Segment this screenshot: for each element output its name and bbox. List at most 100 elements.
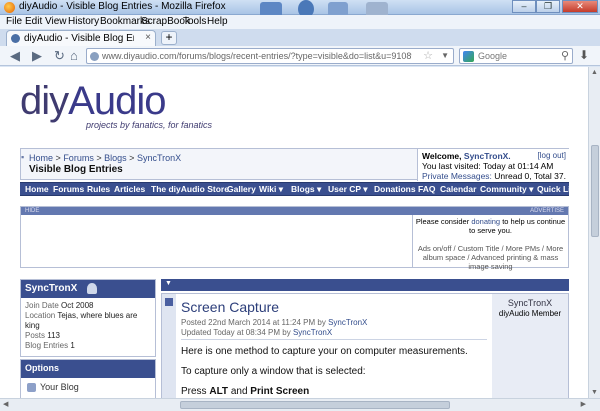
page-content: diyAudio projects by fanatics, for fanat… — [0, 67, 588, 398]
site-navbar: Home Forums Rules Articles The diyAudio … — [20, 182, 588, 196]
url-bar[interactable]: www.diyaudio.com/forums/blogs/recent-ent… — [86, 48, 454, 64]
crumb-forums[interactable]: Forums — [63, 153, 94, 163]
options-header: Options — [21, 360, 155, 378]
vertical-scroll-thumb[interactable] — [591, 145, 599, 237]
post-divider — [181, 339, 487, 340]
advertise-link[interactable]: ADVERTISE — [530, 207, 564, 215]
nav-quick-links[interactable]: Quick Links ▾ — [537, 184, 588, 195]
scroll-down-icon[interactable]: ▼ — [591, 389, 598, 396]
tab-label: diyAudio - Visible Blog Entries — [24, 33, 134, 44]
bookmark-star-icon[interactable]: ☆ — [423, 49, 433, 62]
menu-view[interactable]: View — [45, 16, 67, 27]
post-title[interactable]: Screen Capture — [181, 299, 279, 315]
forward-button[interactable]: ▶ — [32, 48, 42, 63]
member-name[interactable]: SyncTronX — [492, 298, 568, 308]
pm-link[interactable]: Private Messages: — [422, 171, 492, 181]
blog-post: Screen Capture Posted 22nd March 2014 at… — [161, 293, 569, 398]
ad-header: HIDE ADVERTISE — [21, 207, 568, 215]
nav-community[interactable]: Community ▾ — [480, 184, 533, 195]
nav-faq[interactable]: FAQ — [418, 184, 435, 194]
menu-tools[interactable]: Tools — [183, 16, 206, 27]
user-info: Join Date Oct 2008 Location Tejas, where… — [25, 301, 138, 350]
options-box: Options Your Blog — [20, 359, 156, 398]
scroll-up-icon[interactable]: ▲ — [591, 69, 598, 76]
reload-button[interactable]: ↻ — [54, 48, 65, 63]
vertical-scrollbar[interactable]: ▲ ▼ — [588, 67, 600, 398]
new-tab-button[interactable]: + — [161, 31, 177, 45]
menu-history[interactable]: History — [68, 16, 99, 27]
ad-options[interactable]: Ads on/off / Custom Title / More PMs / M… — [418, 244, 563, 271]
search-icon[interactable]: ⚲ — [561, 49, 569, 62]
pm-count: Unread 0, Total 37. — [494, 171, 566, 181]
url-text: www.diyaudio.com/forums/blogs/recent-ent… — [102, 51, 412, 61]
your-blog-link[interactable]: Your Blog — [21, 378, 155, 396]
nav-rules[interactable]: Rules — [87, 184, 110, 194]
horizontal-scroll-thumb[interactable] — [180, 401, 450, 409]
menu-help[interactable]: Help — [207, 16, 228, 27]
post-icon — [165, 298, 173, 306]
user-box-header: SyncTronX — [21, 280, 155, 298]
home-crumb-icon: ▪ — [21, 152, 25, 162]
post-sidebar — [162, 294, 176, 398]
welcome-box: Welcome, SyncTronX. [log out] You last v… — [417, 149, 570, 181]
last-visit: You last visited: Today at 01:14 AM — [422, 161, 554, 171]
ad-sidebar: Please consider donating to help us cont… — [412, 215, 568, 271]
nav-donations[interactable]: Donations — [374, 184, 416, 194]
blog-icon — [27, 383, 36, 393]
nav-wiki[interactable]: Wiki ▾ — [259, 184, 283, 195]
firefox-icon — [4, 2, 15, 13]
title-bar: diyAudio - Visible Blog Entries - Mozill… — [0, 0, 600, 18]
post-author-link[interactable]: SyncTronX — [328, 318, 367, 327]
nav-user-cp[interactable]: User CP ▾ — [328, 184, 368, 195]
menu-bar: File Edit View History Bookmarks ScrapBo… — [0, 15, 600, 29]
download-icon[interactable]: ⬇ — [579, 48, 589, 62]
menu-file[interactable]: File — [6, 16, 22, 27]
tab-close-icon[interactable]: × — [145, 32, 151, 43]
user-status-icon — [87, 283, 97, 294]
nav-gallery[interactable]: Gallery — [227, 184, 256, 194]
site-logo[interactable]: diyAudio — [20, 79, 166, 123]
maximize-button[interactable]: ❐ — [536, 0, 560, 13]
nav-forums[interactable]: Forums — [53, 184, 84, 194]
post-header-bar: ▼ — [161, 279, 569, 291]
nav-home[interactable]: Home — [25, 184, 49, 194]
nav-blogs[interactable]: Blogs ▾ — [291, 184, 321, 195]
home-button[interactable]: ⌂ — [70, 48, 78, 63]
page-title: Visible Blog Entries — [29, 164, 123, 175]
horizontal-scrollbar[interactable]: ◀ ▶ — [0, 398, 600, 411]
minimize-button[interactable]: – — [512, 0, 536, 13]
donating-link[interactable]: donating — [471, 217, 500, 226]
hide-ad-link[interactable]: HIDE — [25, 207, 39, 215]
member-title: diyAudio Member — [498, 309, 562, 318]
tab-active[interactable]: diyAudio - Visible Blog Entries × — [6, 30, 156, 46]
nav-articles[interactable]: Articles — [114, 184, 145, 194]
breadcrumb-box: ▪ Home > Forums > Blogs > SyncTronX Visi… — [20, 148, 570, 181]
site-tagline: projects by fanatics, for fanatics — [86, 120, 213, 130]
crumb-blogs[interactable]: Blogs — [104, 153, 127, 163]
search-placeholder: Google — [478, 51, 508, 61]
browser-window: diyAudio - Visible Blog Entries - Mozill… — [0, 0, 600, 411]
back-button[interactable]: ◀ — [10, 48, 20, 63]
navigation-toolbar: ◀ ▶ ↻ ⌂ www.diyaudio.com/forums/blogs/re… — [0, 46, 600, 66]
google-icon — [463, 51, 474, 62]
window-title: diyAudio - Visible Blog Entries - Mozill… — [19, 1, 226, 12]
search-box[interactable]: Google ⚲ — [459, 48, 573, 64]
ad-box: HIDE ADVERTISE Please consider donating … — [20, 206, 569, 271]
scroll-right-icon[interactable]: ▶ — [581, 400, 586, 408]
favicon-icon — [11, 34, 20, 43]
post-body: Here is one method to capture your on co… — [181, 346, 468, 397]
logout-link[interactable]: [log out] — [538, 151, 566, 161]
close-button[interactable]: ✕ — [562, 0, 598, 13]
nav-calendar[interactable]: Calendar — [440, 184, 476, 194]
crumb-user[interactable]: SyncTronX — [137, 153, 181, 163]
welcome-user-link[interactable]: SyncTronX. — [464, 151, 511, 161]
collapse-icon[interactable]: ▼ — [165, 280, 172, 287]
url-dropdown-icon[interactable]: ▼ — [441, 51, 449, 60]
crumb-home[interactable]: Home — [29, 153, 53, 163]
scroll-left-icon[interactable]: ◀ — [3, 400, 8, 408]
nav-store[interactable]: The diyAudio Store — [151, 184, 229, 194]
menu-edit[interactable]: Edit — [25, 16, 42, 27]
username-link[interactable]: SyncTronX — [25, 283, 77, 294]
post-meta: Posted 22nd March 2014 at 11:24 PM by Sy… — [181, 318, 368, 337]
update-author-link[interactable]: SyncTronX — [293, 328, 332, 337]
